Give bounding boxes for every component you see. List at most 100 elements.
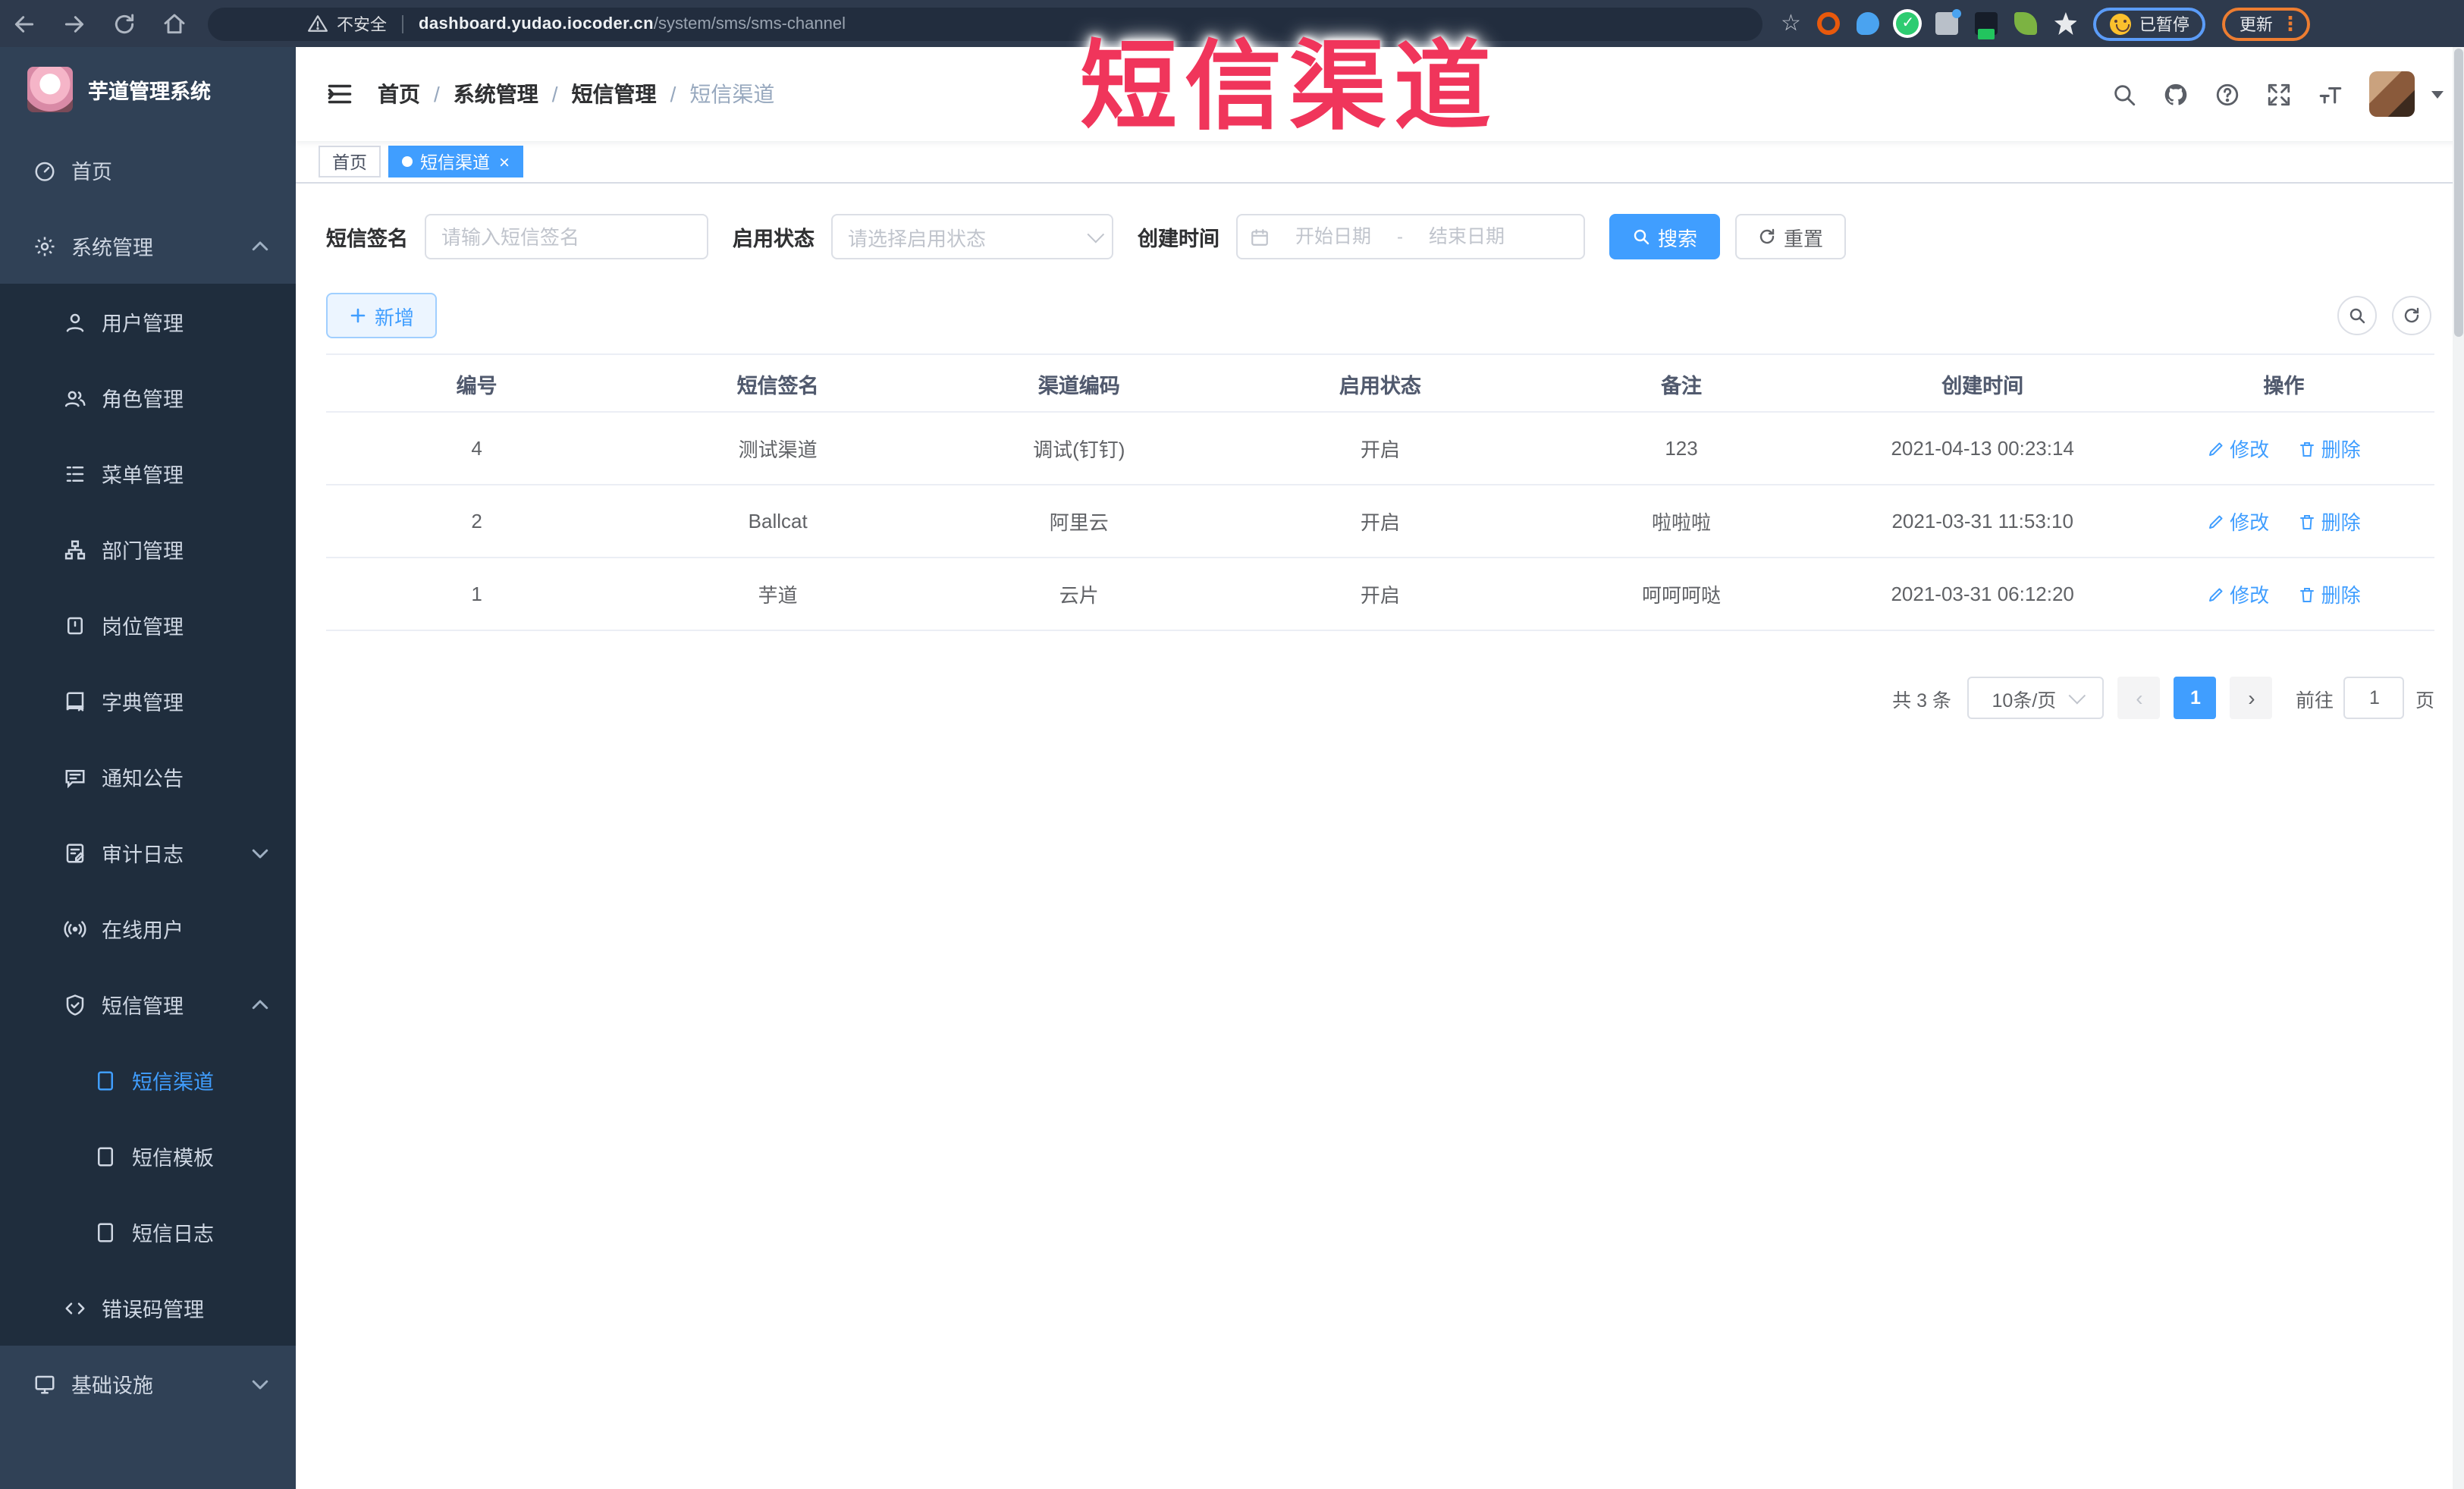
delete-link[interactable]: 删除: [2299, 580, 2361, 608]
breadcrumb-sms[interactable]: 短信管理: [572, 79, 657, 109]
extension-switch-icon[interactable]: [1975, 12, 1998, 39]
sidebar-item-sms[interactable]: 短信管理: [0, 966, 296, 1042]
plus-icon: [350, 308, 366, 323]
sidebar-item-sms-channel[interactable]: 短信渠道: [0, 1042, 296, 1118]
chevron-down-icon: [252, 848, 268, 858]
sign-input[interactable]: [425, 214, 708, 259]
chrome-update-button[interactable]: 更新 ⋮: [2222, 7, 2311, 40]
sidebar-item-sms-log[interactable]: 短信日志: [0, 1194, 296, 1270]
page-unit-label: 页: [2415, 690, 2434, 711]
fullscreen-icon[interactable]: [2266, 81, 2292, 107]
add-button[interactable]: 新增: [326, 293, 438, 338]
toggle-search-button[interactable]: [2337, 296, 2377, 335]
page-size-select[interactable]: 10条/页: [1967, 677, 2105, 719]
scrollbar-thumb[interactable]: [2454, 49, 2463, 337]
browser-menu-icon[interactable]: ⋮: [2280, 11, 2300, 36]
sidebar-item-roles[interactable]: 角色管理: [0, 360, 296, 435]
prev-page-button[interactable]: ‹: [2117, 677, 2161, 719]
delete-icon: [2300, 441, 2315, 456]
extension-check-icon[interactable]: ✓: [1896, 12, 1919, 35]
table-row: 4 测试渠道 调试(钉钉) 开启 123 2021-04-13 00:23:14…: [326, 412, 2434, 485]
col-code: 渠道编码: [928, 354, 1230, 413]
sidebar-menu: 首页 系统管理 用户管理 角色管理 菜单管理 部门管理 岗位管理 字典管理 通知…: [0, 132, 296, 1421]
status-label: 启用状态: [733, 228, 815, 250]
sidebar-item-home[interactable]: 首页: [0, 132, 296, 208]
sidebar-item-users[interactable]: 用户管理: [0, 284, 296, 360]
url-divider: [402, 14, 403, 33]
breadcrumb-current: 短信渠道: [689, 82, 775, 106]
sidebar-item-infra[interactable]: 基础设施: [0, 1346, 296, 1421]
profile-paused-chip[interactable]: 已暂停: [2093, 7, 2206, 40]
file-icon: [98, 1222, 113, 1242]
tag-home[interactable]: 首页: [319, 146, 381, 177]
sidebar-item-online-users[interactable]: 在线用户: [0, 891, 296, 966]
reload-icon[interactable]: [112, 11, 137, 36]
message-icon: [65, 769, 85, 788]
delete-link[interactable]: 删除: [2299, 434, 2361, 463]
extension-grid-icon[interactable]: [1935, 9, 1962, 35]
avatar-caret-icon[interactable]: [2431, 90, 2444, 98]
edit-link[interactable]: 修改: [2207, 507, 2269, 536]
app-title: 芋道管理系统: [88, 80, 211, 103]
table-row: 2 Ballcat 阿里云 开启 啦啦啦 2021-03-31 11:53:10…: [326, 485, 2434, 558]
sidebar-item-posts[interactable]: 岗位管理: [0, 587, 296, 663]
forward-icon[interactable]: [62, 11, 86, 36]
tag-sms-channel[interactable]: 短信渠道 ×: [388, 146, 524, 177]
extension-leaf-icon[interactable]: [2014, 12, 2038, 35]
col-sign: 短信签名: [627, 354, 929, 413]
edit-link[interactable]: 修改: [2207, 434, 2269, 463]
edit-icon: [2209, 514, 2223, 528]
next-page-button[interactable]: ›: [2230, 677, 2273, 719]
sidebar-item-error-code[interactable]: 错误码管理: [0, 1270, 296, 1346]
url-bar[interactable]: 不安全 dashboard.yudao.iocoder.cn/system/sm…: [208, 7, 1762, 40]
table-header-row: 编号 短信签名 渠道编码 启用状态 备注 创建时间 操作: [326, 354, 2434, 413]
help-icon[interactable]: [2214, 81, 2240, 107]
sidebar-item-dict[interactable]: 字典管理: [0, 663, 296, 739]
bookmark-star-icon[interactable]: ☆: [1781, 12, 1801, 35]
refresh-icon: [1759, 228, 1775, 244]
refresh-table-button[interactable]: [2392, 296, 2431, 335]
goto-page-input[interactable]: [2343, 677, 2405, 719]
search-button[interactable]: 搜索: [1609, 214, 1721, 259]
browser-actions: ☆ ✓ 已暂停 更新 ⋮: [1781, 7, 2311, 40]
app-logo-row[interactable]: 芋道管理系统: [0, 47, 296, 132]
col-remark: 备注: [1530, 354, 1832, 413]
end-date-input[interactable]: [1409, 226, 1524, 247]
back-icon[interactable]: [12, 11, 36, 36]
close-icon[interactable]: ×: [499, 152, 510, 171]
start-date-input[interactable]: [1276, 226, 1391, 247]
window-scrollbar[interactable]: [2453, 47, 2464, 1489]
sidebar-item-notice[interactable]: 通知公告: [0, 739, 296, 815]
hamburger-icon[interactable]: [326, 80, 353, 108]
reset-button[interactable]: 重置: [1735, 214, 1847, 259]
extension-drop-icon[interactable]: [1857, 12, 1880, 35]
extensions-puzzle-icon[interactable]: [2054, 12, 2077, 35]
status-select[interactable]: 请选择启用状态: [831, 214, 1113, 259]
pagination: 共 3 条 10条/页 ‹ 1 › 前往 页: [326, 677, 2434, 719]
update-label: 更新: [2239, 16, 2273, 34]
sidebar-item-audit-log[interactable]: 审计日志: [0, 815, 296, 891]
home-icon[interactable]: [162, 11, 187, 36]
edit-link[interactable]: 修改: [2207, 580, 2269, 608]
calendar-icon: [1251, 228, 1268, 245]
date-range-picker[interactable]: -: [1236, 214, 1585, 259]
sidebar-item-sms-template[interactable]: 短信模板: [0, 1118, 296, 1194]
user-icon: [66, 313, 84, 331]
breadcrumb-home[interactable]: 首页: [378, 79, 420, 109]
header-search-icon[interactable]: [2111, 81, 2137, 107]
page-number-current[interactable]: 1: [2174, 677, 2217, 719]
extension-ring-icon[interactable]: [1817, 12, 1841, 35]
sign-label: 短信签名: [326, 228, 408, 250]
not-secure-icon: [308, 15, 328, 32]
chevron-down-icon: [2067, 686, 2086, 705]
github-icon[interactable]: [2163, 81, 2189, 107]
col-actions: 操作: [2133, 354, 2434, 413]
font-size-icon[interactable]: [2318, 81, 2343, 107]
avatar[interactable]: [2369, 71, 2415, 117]
delete-link[interactable]: 删除: [2299, 507, 2361, 536]
breadcrumb-system[interactable]: 系统管理: [454, 79, 538, 109]
sidebar-item-system[interactable]: 系统管理: [0, 208, 296, 284]
log-icon: [66, 843, 84, 862]
sidebar-item-menus[interactable]: 菜单管理: [0, 435, 296, 511]
sidebar-item-depts[interactable]: 部门管理: [0, 511, 296, 587]
